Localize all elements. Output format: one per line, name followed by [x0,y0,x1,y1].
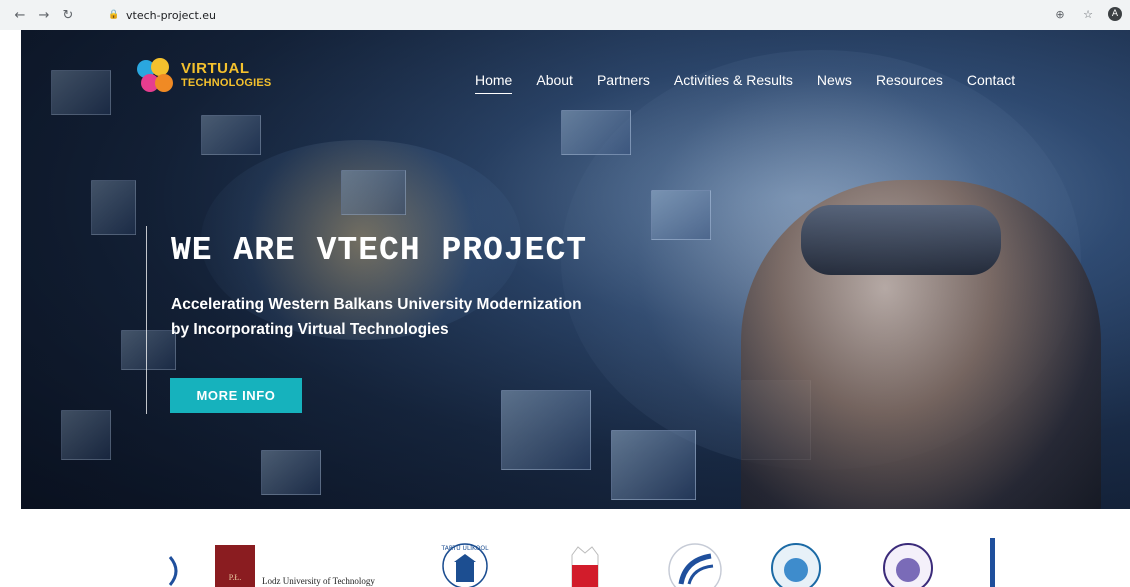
avatar[interactable]: A [1108,7,1122,21]
hero-title: WE ARE VTECH PROJECT [171,232,588,269]
nav-partners[interactable]: Partners [597,72,650,94]
lock-icon[interactable]: 🔒 [108,9,120,21]
hero-divider [146,226,147,414]
seal-logo-purple[interactable] [880,540,936,587]
hero-subtitle: Accelerating Western Balkans University … [171,292,691,342]
partner-logo-arc[interactable] [168,555,182,587]
nav-news[interactable]: News [817,72,852,94]
hero-overlay [21,30,1130,509]
nav-about[interactable]: About [536,72,573,94]
more-info-button[interactable]: MORE INFO [170,378,302,413]
svg-text:P.Ł.: P.Ł. [229,573,241,582]
arrow-right-icon[interactable]: → [36,7,52,23]
tartu-logo[interactable]: TARTU ÜLIKOOL [440,540,490,587]
hero-subtitle-line2: by Incorporating Virtual Technologies [171,321,449,338]
hero-subtitle-line1: Accelerating Western Balkans University … [171,296,582,313]
star-icon[interactable]: ☆ [1080,6,1096,22]
address-bar[interactable]: 🔒 vtech-project.eu [108,5,1050,25]
lodz-university-name: Lodz University of Technology [262,576,375,586]
seal-logo-blue[interactable] [768,540,824,587]
hero-banner [21,30,1130,509]
url-text[interactable]: vtech-project.eu [126,9,216,22]
zoom-icon[interactable]: ⊕ [1052,6,1068,22]
logo-line1: VIRTUAL [181,60,250,77]
swoosh-logo[interactable] [655,540,735,587]
tartu-text: TARTU ÜLIKOOL [441,545,490,552]
site-logo[interactable]: VIRTUAL TECHNOLOGIES [135,56,271,96]
nav-resources[interactable]: Resources [876,72,943,94]
browser-toolbar: ← → ↻ 🔒 vtech-project.eu ⊕ ☆ A [0,0,1130,30]
arrow-left-icon[interactable]: ← [12,7,28,23]
red-crest-logo[interactable] [568,545,602,587]
partner-logo-bar[interactable] [988,538,1002,587]
nav-activities-results[interactable]: Activities & Results [674,72,793,94]
nav-contact[interactable]: Contact [967,72,1015,94]
logo-mark-icon [135,56,175,96]
nav-home[interactable]: Home [475,72,513,94]
main-nav: Home About Partners Activities & Results… [475,72,1039,94]
lodz-logo[interactable]: P.Ł. [215,545,255,587]
logo-line2: TECHNOLOGIES [181,77,272,89]
reload-icon[interactable]: ↻ [60,7,76,23]
